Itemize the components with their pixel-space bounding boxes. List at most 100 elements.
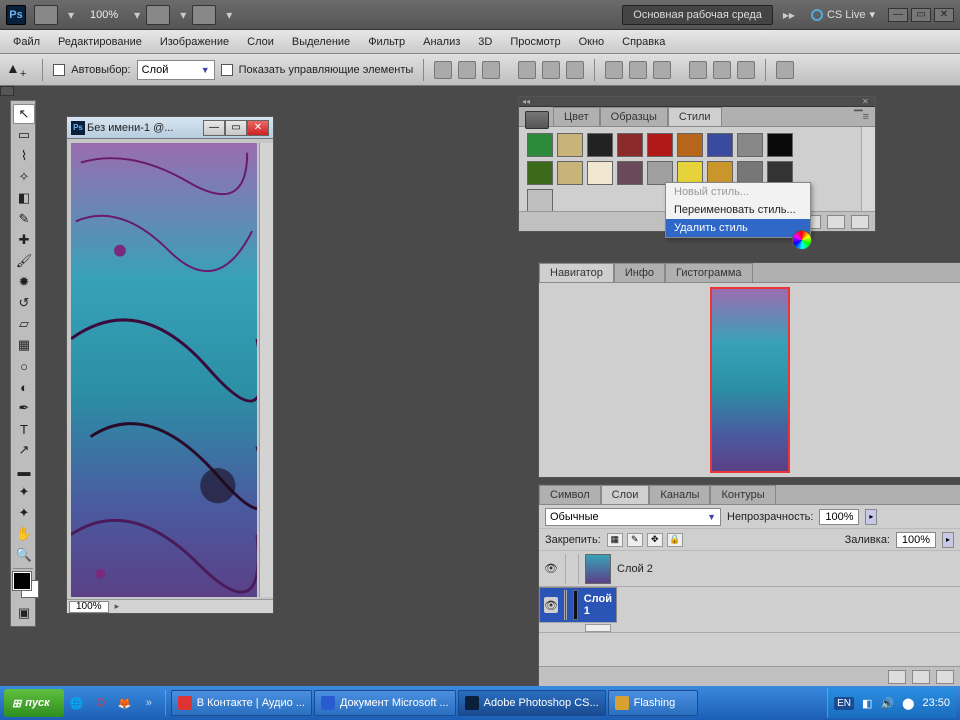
- blur-tool[interactable]: ○: [13, 356, 35, 376]
- style-swatch[interactable]: [617, 161, 643, 185]
- foreground-color-swatch[interactable]: [13, 572, 31, 590]
- align-icon[interactable]: [566, 61, 584, 79]
- menu-edit[interactable]: Редактирование: [49, 32, 151, 52]
- align-icon[interactable]: [434, 61, 452, 79]
- taskbar-item[interactable]: Flashing: [608, 690, 698, 716]
- document-titlebar[interactable]: Ps Без имени-1 @... — ▭ ✕: [67, 117, 273, 139]
- lock-pixels-icon[interactable]: ✎: [627, 533, 643, 547]
- link-layers-icon[interactable]: [888, 670, 906, 684]
- titlebar-tool-2[interactable]: [146, 5, 170, 25]
- pen-tool[interactable]: ✒: [13, 398, 35, 418]
- menu-view[interactable]: Просмотр: [501, 32, 569, 52]
- tray-icon[interactable]: ⬤: [902, 697, 914, 710]
- document-canvas[interactable]: [71, 143, 257, 597]
- distribute-icon[interactable]: [713, 61, 731, 79]
- lock-transparency-icon[interactable]: ▦: [607, 533, 623, 547]
- ctx-rename-style[interactable]: Переименовать стиль...: [666, 201, 810, 219]
- tab-styles[interactable]: Стили: [668, 107, 722, 126]
- tab-paths[interactable]: Контуры: [710, 485, 775, 504]
- wand-tool[interactable]: ✧: [13, 167, 35, 187]
- navigator-thumbnail[interactable]: [710, 287, 790, 473]
- style-swatch[interactable]: [707, 133, 733, 157]
- document-zoom-field[interactable]: 100%: [69, 601, 109, 613]
- show-controls-checkbox[interactable]: [221, 64, 233, 76]
- history-brush-tool[interactable]: ↺: [13, 293, 35, 313]
- lock-position-icon[interactable]: ✥: [647, 533, 663, 547]
- 3d-camera-tool[interactable]: ✦: [13, 503, 35, 523]
- style-swatch[interactable]: [557, 161, 583, 185]
- stamp-tool[interactable]: ✹: [13, 272, 35, 292]
- tab-swatches[interactable]: Образцы: [600, 107, 668, 126]
- style-swatch[interactable]: [737, 133, 763, 157]
- minimize-button[interactable]: —: [888, 8, 908, 22]
- marquee-tool[interactable]: ▭: [13, 125, 35, 145]
- tools-collapse-tab[interactable]: [0, 86, 14, 96]
- auto-align-icon[interactable]: [776, 61, 794, 79]
- panel-menu-icon[interactable]: ▔≡: [848, 107, 875, 126]
- language-indicator[interactable]: EN: [834, 697, 854, 710]
- opacity-slider-icon[interactable]: ▸: [865, 509, 877, 525]
- tab-navigator[interactable]: Навигатор: [539, 263, 614, 282]
- style-swatch[interactable]: [527, 189, 553, 213]
- quicklaunch-expand-icon[interactable]: »: [138, 691, 160, 715]
- align-icon[interactable]: [458, 61, 476, 79]
- gradient-tool[interactable]: ▦: [13, 335, 35, 355]
- move-tool[interactable]: ↖: [13, 104, 35, 124]
- 3d-tool[interactable]: ✦: [13, 482, 35, 502]
- document-info-icon[interactable]: ▸: [115, 601, 120, 612]
- menu-filter[interactable]: Фильтр: [359, 32, 414, 52]
- clock[interactable]: 23:50: [922, 697, 950, 709]
- tab-color[interactable]: Цвет: [553, 107, 600, 126]
- path-tool[interactable]: ↗: [13, 440, 35, 460]
- menu-select[interactable]: Выделение: [283, 32, 359, 52]
- align-icon[interactable]: [482, 61, 500, 79]
- fill-input[interactable]: 100%: [896, 532, 936, 548]
- style-swatch[interactable]: [647, 133, 673, 157]
- eraser-tool[interactable]: ▱: [13, 314, 35, 334]
- titlebar-tool-1[interactable]: [34, 5, 58, 25]
- navigator-body[interactable]: [539, 283, 960, 477]
- quicklaunch-ie-icon[interactable]: 🌐: [66, 691, 88, 715]
- menu-image[interactable]: Изображение: [151, 32, 238, 52]
- menu-layers[interactable]: Слои: [238, 32, 283, 52]
- panel-dock-icon[interactable]: [525, 111, 549, 129]
- style-swatch[interactable]: [527, 161, 553, 185]
- align-icon[interactable]: [518, 61, 536, 79]
- distribute-icon[interactable]: [629, 61, 647, 79]
- style-swatch[interactable]: [677, 133, 703, 157]
- style-swatch[interactable]: [767, 133, 793, 157]
- layer-thumbnail[interactable]: [585, 554, 611, 584]
- taskbar-item[interactable]: В Контакте | Аудио ...: [171, 690, 312, 716]
- tab-info[interactable]: Инфо: [614, 263, 665, 282]
- start-button[interactable]: ⊞ пуск: [4, 689, 64, 717]
- workspace-switcher[interactable]: Основная рабочая среда: [622, 5, 773, 25]
- style-swatch[interactable]: [587, 133, 613, 157]
- collapse-icon[interactable]: ◂◂: [522, 97, 532, 103]
- opacity-input[interactable]: 100%: [819, 509, 859, 525]
- quicklaunch-opera-icon[interactable]: O: [90, 691, 112, 715]
- taskbar-item[interactable]: Документ Microsoft ...: [314, 690, 456, 716]
- document-vertical-scrollbar[interactable]: [259, 143, 273, 597]
- titlebar-tool-3[interactable]: [192, 5, 216, 25]
- menu-3d[interactable]: 3D: [469, 32, 501, 52]
- tray-volume-icon[interactable]: 🔊: [880, 697, 894, 710]
- lock-all-icon[interactable]: 🔒: [667, 533, 683, 547]
- align-icon[interactable]: [542, 61, 560, 79]
- layer-row-partial[interactable]: [539, 623, 960, 633]
- hand-tool[interactable]: ✋: [13, 524, 35, 544]
- visibility-eye-icon[interactable]: 👁: [544, 597, 558, 613]
- tray-icon[interactable]: ◧: [862, 697, 872, 710]
- zoom-indicator[interactable]: 100%: [90, 9, 118, 21]
- tab-histogram[interactable]: Гистограмма: [665, 263, 753, 282]
- style-swatch[interactable]: [617, 133, 643, 157]
- distribute-icon[interactable]: [689, 61, 707, 79]
- eyedropper-tool[interactable]: ✎: [13, 209, 35, 229]
- layer-row[interactable]: 👁 Слой 2: [539, 551, 960, 587]
- layer-name[interactable]: Слой 2: [617, 563, 653, 575]
- tab-layers[interactable]: Слои: [601, 485, 650, 504]
- cslive-button[interactable]: CS Live ▾: [811, 8, 875, 21]
- ctx-delete-style[interactable]: Удалить стиль: [666, 219, 810, 237]
- quickmask-tool[interactable]: ▣: [13, 603, 35, 623]
- crop-tool[interactable]: ◧: [13, 188, 35, 208]
- doc-maximize-button[interactable]: ▭: [225, 120, 247, 136]
